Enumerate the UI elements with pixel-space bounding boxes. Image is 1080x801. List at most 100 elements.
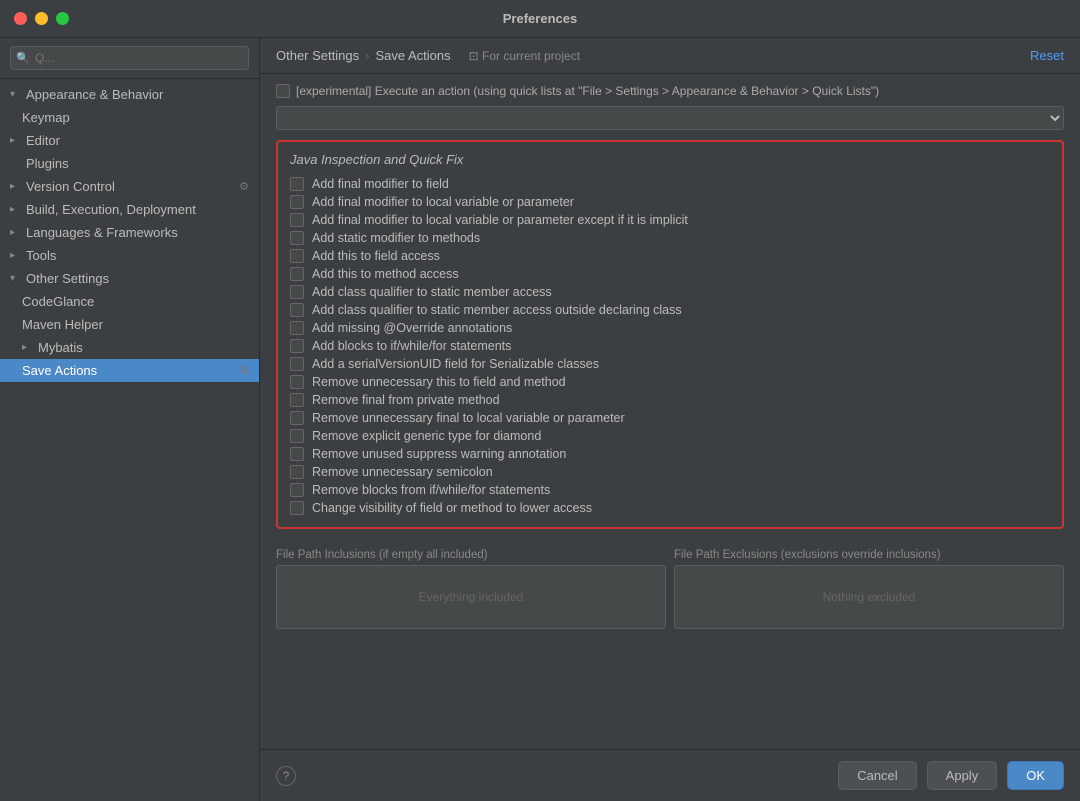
chevron-right-icon: ▸ bbox=[10, 250, 22, 261]
item-label-3: Add static modifier to methods bbox=[312, 231, 480, 245]
close-button[interactable] bbox=[14, 12, 27, 25]
item-checkbox-2[interactable] bbox=[290, 213, 304, 227]
inspection-item-4: Add this to field access bbox=[290, 247, 1050, 265]
bottom-right: Cancel Apply OK bbox=[838, 761, 1064, 790]
file-path-inclusions-list[interactable]: Everything included bbox=[276, 565, 666, 629]
sidebar-item-tools[interactable]: ▸ Tools bbox=[0, 244, 259, 267]
chevron-right-icon: ▸ bbox=[10, 181, 22, 192]
sidebar-item-codeglance[interactable]: CodeGlance bbox=[0, 290, 259, 313]
sidebar-item-label: Appearance & Behavior bbox=[26, 87, 249, 102]
sidebar-item-plugins[interactable]: Plugins bbox=[0, 152, 259, 175]
file-path-exclusions-label: File Path Exclusions (exclusions overrid… bbox=[674, 549, 1064, 561]
experimental-row: [experimental] Execute an action (using … bbox=[276, 84, 1064, 98]
inspection-item-9: Add blocks to if/while/for statements bbox=[290, 337, 1050, 355]
item-checkbox-3[interactable] bbox=[290, 231, 304, 245]
item-checkbox-11[interactable] bbox=[290, 375, 304, 389]
sidebar-item-editor[interactable]: ▸ Editor bbox=[0, 129, 259, 152]
item-checkbox-18[interactable] bbox=[290, 501, 304, 515]
sidebar-item-keymap[interactable]: Keymap bbox=[0, 106, 259, 129]
item-label-15: Remove unused suppress warning annotatio… bbox=[312, 447, 566, 461]
panel-body: [experimental] Execute an action (using … bbox=[260, 74, 1080, 749]
item-checkbox-13[interactable] bbox=[290, 411, 304, 425]
sidebar-item-mybatis[interactable]: ▸ Mybatis bbox=[0, 336, 259, 359]
sidebar-item-label: Build, Execution, Deployment bbox=[26, 202, 249, 217]
sidebar-item-mavenhelper[interactable]: Maven Helper bbox=[0, 313, 259, 336]
experimental-checkbox[interactable] bbox=[276, 84, 290, 98]
item-checkbox-9[interactable] bbox=[290, 339, 304, 353]
item-checkbox-12[interactable] bbox=[290, 393, 304, 407]
vcs-settings-icon: ⚙ bbox=[239, 180, 249, 193]
preferences-window: Preferences 🔍 ▾ Appearance & Behavior Ke… bbox=[0, 0, 1080, 801]
item-checkbox-10[interactable] bbox=[290, 357, 304, 371]
apply-button[interactable]: Apply bbox=[927, 761, 998, 790]
sidebar-item-vcs[interactable]: ▸ Version Control ⚙ bbox=[0, 175, 259, 198]
inspection-item-13: Remove unnecessary final to local variab… bbox=[290, 409, 1050, 427]
sidebar-item-label: Languages & Frameworks bbox=[26, 225, 249, 240]
sidebar-item-label: Save Actions bbox=[22, 363, 235, 378]
item-label-18: Change visibility of field or method to … bbox=[312, 501, 592, 515]
reset-button[interactable]: Reset bbox=[1030, 48, 1064, 63]
sidebar-item-languages[interactable]: ▸ Languages & Frameworks bbox=[0, 221, 259, 244]
saveactions-settings-icon: ⚙ bbox=[239, 364, 249, 377]
breadcrumb-separator: › bbox=[365, 48, 369, 63]
experimental-label: [experimental] Execute an action (using … bbox=[296, 84, 879, 98]
sidebar-item-other[interactable]: ▾ Other Settings bbox=[0, 267, 259, 290]
chevron-right-icon: ▸ bbox=[10, 135, 22, 146]
help-button[interactable]: ? bbox=[276, 766, 296, 786]
sidebar-item-saveactions[interactable]: Save Actions ⚙ bbox=[0, 359, 259, 382]
item-checkbox-15[interactable] bbox=[290, 447, 304, 461]
sidebar: 🔍 ▾ Appearance & Behavior Keymap ▸ Edito… bbox=[0, 38, 260, 801]
item-checkbox-17[interactable] bbox=[290, 483, 304, 497]
sidebar-item-build[interactable]: ▸ Build, Execution, Deployment bbox=[0, 198, 259, 221]
item-checkbox-6[interactable] bbox=[290, 285, 304, 299]
file-path-exclusions-col: File Path Exclusions (exclusions overrid… bbox=[674, 549, 1064, 629]
bottom-bar: ? Cancel Apply OK bbox=[260, 749, 1080, 801]
item-checkbox-0[interactable] bbox=[290, 177, 304, 191]
dropdown-row bbox=[276, 106, 1064, 130]
item-checkbox-4[interactable] bbox=[290, 249, 304, 263]
item-label-13: Remove unnecessary final to local variab… bbox=[312, 411, 625, 425]
breadcrumb: Other Settings › Save Actions ⊡ For curr… bbox=[276, 48, 580, 63]
item-label-5: Add this to method access bbox=[312, 267, 459, 281]
sidebar-item-label: Other Settings bbox=[26, 271, 249, 286]
item-label-7: Add class qualifier to static member acc… bbox=[312, 303, 682, 317]
inspection-item-3: Add static modifier to methods bbox=[290, 229, 1050, 247]
right-panel: Other Settings › Save Actions ⊡ For curr… bbox=[260, 38, 1080, 801]
inspection-item-12: Remove final from private method bbox=[290, 391, 1050, 409]
cancel-button[interactable]: Cancel bbox=[838, 761, 916, 790]
item-checkbox-1[interactable] bbox=[290, 195, 304, 209]
item-label-0: Add final modifier to field bbox=[312, 177, 449, 191]
chevron-right-icon: ▸ bbox=[22, 342, 34, 353]
item-label-4: Add this to field access bbox=[312, 249, 440, 263]
maximize-button[interactable] bbox=[56, 12, 69, 25]
inspection-item-2: Add final modifier to local variable or … bbox=[290, 211, 1050, 229]
file-path-inclusions-label: File Path Inclusions (if empty all inclu… bbox=[276, 549, 666, 561]
main-content: 🔍 ▾ Appearance & Behavior Keymap ▸ Edito… bbox=[0, 38, 1080, 801]
minimize-button[interactable] bbox=[35, 12, 48, 25]
item-checkbox-8[interactable] bbox=[290, 321, 304, 335]
ok-button[interactable]: OK bbox=[1007, 761, 1064, 790]
inspection-item-18: Change visibility of field or method to … bbox=[290, 499, 1050, 517]
sidebar-item-label: Mybatis bbox=[38, 340, 249, 355]
file-path-section: File Path Inclusions (if empty all inclu… bbox=[276, 541, 1064, 633]
file-path-exclusions-list[interactable]: Nothing excluded bbox=[674, 565, 1064, 629]
item-checkbox-5[interactable] bbox=[290, 267, 304, 281]
sidebar-item-label: Plugins bbox=[26, 156, 249, 171]
inspection-item-1: Add final modifier to local variable or … bbox=[290, 193, 1050, 211]
sidebar-item-appearance[interactable]: ▾ Appearance & Behavior bbox=[0, 83, 259, 106]
file-path-inclusions-empty: Everything included bbox=[281, 570, 661, 624]
inspection-item-7: Add class qualifier to static member acc… bbox=[290, 301, 1050, 319]
item-label-6: Add class qualifier to static member acc… bbox=[312, 285, 552, 299]
quick-list-dropdown[interactable] bbox=[276, 106, 1064, 130]
sidebar-item-label: Editor bbox=[26, 133, 249, 148]
item-checkbox-14[interactable] bbox=[290, 429, 304, 443]
panel-header: Other Settings › Save Actions ⊡ For curr… bbox=[260, 38, 1080, 74]
item-checkbox-7[interactable] bbox=[290, 303, 304, 317]
inspection-item-8: Add missing @Override annotations bbox=[290, 319, 1050, 337]
chevron-down-icon: ▾ bbox=[10, 273, 22, 284]
inspection-item-5: Add this to method access bbox=[290, 265, 1050, 283]
sidebar-item-label: Version Control bbox=[26, 179, 235, 194]
item-checkbox-16[interactable] bbox=[290, 465, 304, 479]
search-input[interactable] bbox=[10, 46, 249, 70]
window-controls bbox=[14, 12, 69, 25]
